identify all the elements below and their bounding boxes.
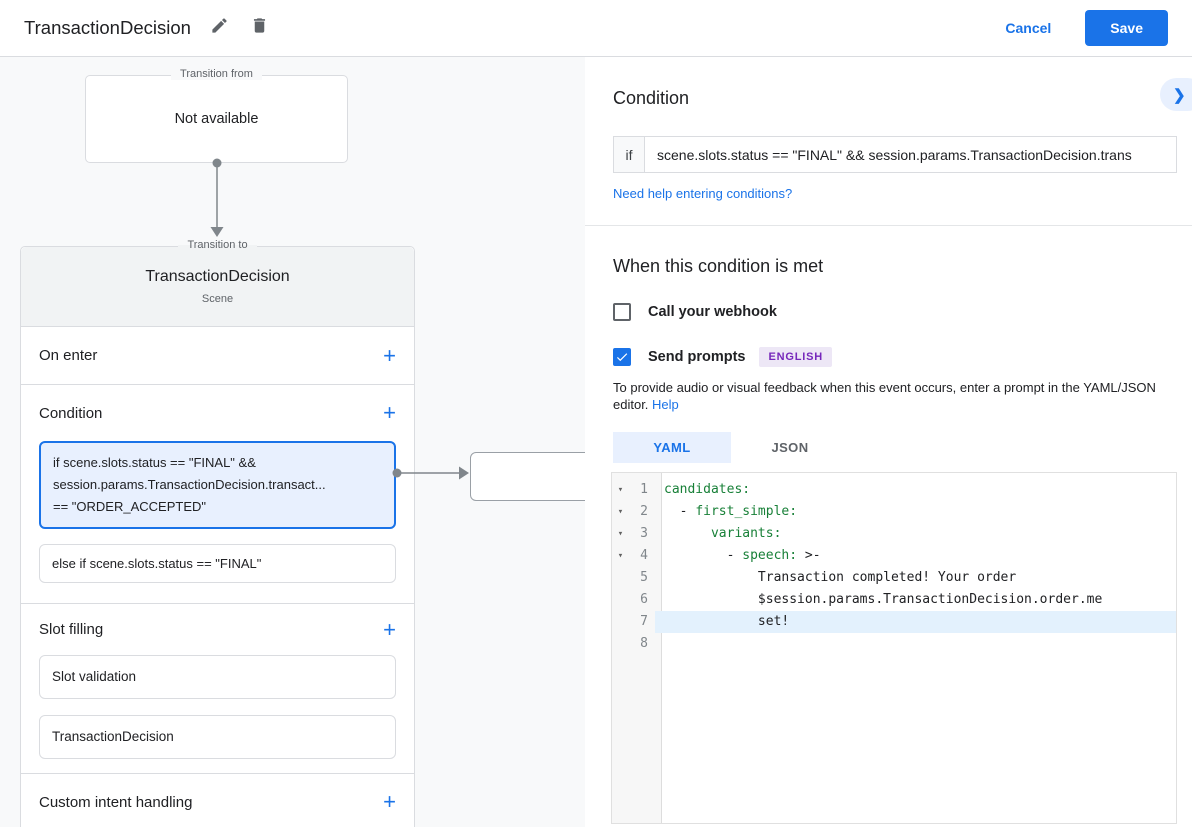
code-text: - first_simple:: [655, 501, 1176, 523]
line-number: 8: [629, 633, 655, 655]
code-text: variants:: [655, 523, 1176, 545]
editor-note-text: To provide audio or visual feedback when…: [613, 380, 1156, 412]
panel-title: Condition: [613, 88, 1177, 109]
tab-yaml[interactable]: YAML: [613, 432, 731, 463]
code-line[interactable]: 6 $session.params.TransactionDecision.or…: [612, 589, 1176, 611]
editor-note: To provide audio or visual feedback when…: [613, 379, 1175, 413]
top-bar: TransactionDecision Cancel Save: [0, 0, 1192, 57]
condition-detail-panel: ❯ Condition if scene.slots.status == "FI…: [585, 57, 1192, 827]
yaml-code-editor[interactable]: ▾1candidates:▾2 - first_simple:▾3 varian…: [611, 472, 1177, 824]
fold-arrow-icon[interactable]: ▾: [612, 523, 629, 545]
fold-arrow-icon[interactable]: ▾: [612, 479, 629, 501]
trash-icon: [250, 16, 269, 40]
chevron-right-icon: ❯: [1173, 86, 1186, 104]
slot-item-validation[interactable]: Slot validation: [39, 655, 396, 699]
line-number: 1: [629, 479, 655, 501]
section-divider: [585, 225, 1192, 226]
check-icon: [615, 350, 629, 364]
section-slot-filling: Slot filling +: [21, 603, 414, 655]
editor-help-link[interactable]: Help: [652, 397, 679, 412]
add-on-enter-button[interactable]: +: [383, 346, 396, 366]
transition-to-card: Transition to TransactionDecision Scene …: [20, 246, 415, 827]
condition-item-else[interactable]: else if scene.slots.status == "FINAL": [39, 544, 396, 583]
on-enter-label: On enter: [39, 347, 97, 364]
send-prompts-checkbox[interactable]: [613, 348, 631, 366]
code-line[interactable]: ▾3 variants:: [612, 523, 1176, 545]
webhook-row: Call your webhook: [613, 303, 1177, 321]
scene-name: TransactionDecision: [21, 268, 414, 286]
code-line[interactable]: 5 Transaction completed! Your order: [612, 567, 1176, 589]
transition-from-label: Transition from: [86, 68, 347, 80]
section-condition: Condition +: [21, 384, 414, 441]
condition-item-selected[interactable]: if scene.slots.status == "FINAL" && sess…: [39, 441, 396, 529]
code-line[interactable]: 8: [612, 633, 1176, 655]
pencil-icon: [210, 16, 229, 40]
when-condition-heading: When this condition is met: [613, 256, 1177, 277]
conditions-help-link[interactable]: Need help entering conditions?: [613, 186, 1177, 201]
code-text: - speech: >-: [655, 545, 1176, 567]
code-line[interactable]: ▾4 - speech: >-: [612, 545, 1176, 567]
code-text: $session.params.TransactionDecision.orde…: [655, 589, 1176, 611]
condition-target-node[interactable]: [470, 452, 585, 501]
language-badge: ENGLISH: [759, 347, 832, 367]
code-text: candidates:: [655, 479, 1176, 501]
send-prompts-label: Send prompts: [648, 349, 745, 365]
line-number: 4: [629, 545, 655, 567]
code-text: [655, 633, 1176, 655]
transition-from-node: Transition from Not available: [85, 75, 348, 163]
scene-type: Scene: [21, 293, 414, 305]
add-slot-button[interactable]: +: [383, 620, 396, 640]
save-button[interactable]: Save: [1085, 10, 1168, 46]
if-prefix-label: if: [613, 136, 645, 173]
delete-scene-button[interactable]: [249, 17, 271, 39]
line-number: 5: [629, 567, 655, 589]
fold-spacer: [612, 589, 629, 611]
slot-item-transaction-decision[interactable]: TransactionDecision: [39, 715, 396, 759]
code-text: Transaction completed! Your order: [655, 567, 1176, 589]
condition-expression-input[interactable]: scene.slots.status == "FINAL" && session…: [645, 136, 1177, 173]
call-webhook-checkbox[interactable]: [613, 303, 631, 321]
code-text: set!: [655, 611, 1176, 633]
condition-label: Condition: [39, 405, 102, 422]
code-line[interactable]: ▾2 - first_simple:: [612, 501, 1176, 523]
fold-spacer: [612, 567, 629, 589]
fold-arrow-icon[interactable]: ▾: [612, 545, 629, 567]
add-custom-intent-button[interactable]: +: [383, 792, 396, 812]
line-number: 6: [629, 589, 655, 611]
scene-diagram-canvas: Transition from Not available Transition…: [0, 57, 585, 827]
fold-spacer: [612, 633, 629, 655]
slot-filling-label: Slot filling: [39, 621, 103, 638]
custom-intent-label: Custom intent handling: [39, 794, 192, 811]
call-webhook-label: Call your webhook: [648, 304, 777, 320]
editor-tabs: YAML JSON: [613, 432, 1177, 463]
line-number: 7: [629, 611, 655, 633]
code-line[interactable]: 7 set!: [612, 611, 1176, 633]
condition-expression-row: if scene.slots.status == "FINAL" && sess…: [613, 136, 1177, 173]
section-on-enter: On enter +: [21, 327, 414, 384]
fold-spacer: [612, 611, 629, 633]
line-number: 2: [629, 501, 655, 523]
code-line[interactable]: ▾1candidates:: [612, 479, 1176, 501]
transition-from-value: Not available: [175, 111, 259, 127]
page-title: TransactionDecision: [24, 17, 191, 39]
scene-card-header: TransactionDecision Scene: [21, 247, 414, 327]
line-number: 3: [629, 523, 655, 545]
section-custom-intent: Custom intent handling +: [21, 773, 414, 827]
tab-json[interactable]: JSON: [731, 432, 849, 463]
add-condition-button[interactable]: +: [383, 403, 396, 423]
collapse-panel-button[interactable]: ❯: [1160, 78, 1192, 111]
cancel-button[interactable]: Cancel: [1005, 20, 1051, 36]
fold-arrow-icon[interactable]: ▾: [612, 501, 629, 523]
edit-title-button[interactable]: [209, 17, 231, 39]
send-prompts-row: Send prompts ENGLISH: [613, 347, 1177, 367]
